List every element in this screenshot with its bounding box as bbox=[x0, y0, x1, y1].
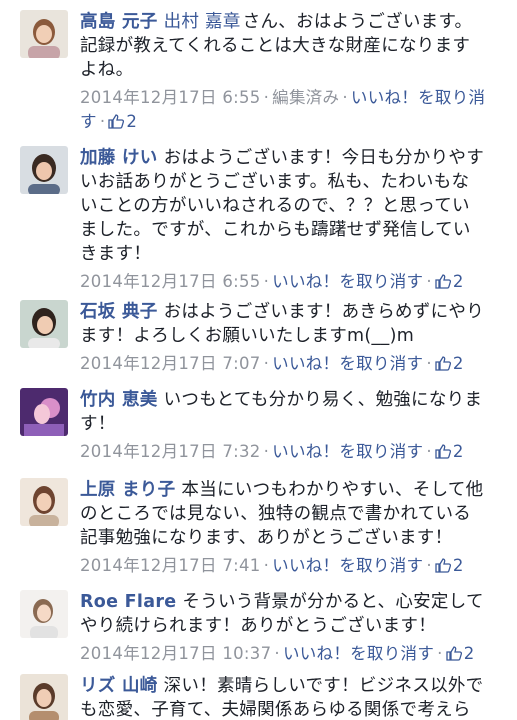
author-name[interactable]: 高島 元子 bbox=[80, 12, 158, 32]
comment-meta: 2014年12月17日 6:55 · 編集済み · いいね！を取り消す · 2 bbox=[80, 86, 487, 136]
comment-meta: 2014年12月17日 7:07 · いいね！を取り消す · 2 bbox=[80, 352, 487, 378]
thumbs-up-icon bbox=[108, 112, 125, 136]
comment-feed: 高島 元子 出村 嘉章 さん、おはようございます。記録が教えてくれることは大きな財産… bbox=[0, 0, 517, 720]
unlike-link[interactable]: いいね！を取り消す bbox=[272, 354, 423, 373]
like-count: 2 bbox=[452, 354, 464, 373]
like-count: 2 bbox=[452, 556, 464, 575]
author-name[interactable]: 石坂 典子 bbox=[80, 302, 158, 322]
author-name[interactable]: Roe Flare bbox=[80, 592, 176, 612]
comment-meta: 2014年12月17日 6:55 · いいね！を取り消す · 2 bbox=[80, 270, 487, 296]
author-name[interactable]: 竹内 恵美 bbox=[80, 390, 158, 410]
unlike-link[interactable]: いいね！を取り消す bbox=[272, 442, 423, 461]
unlike-link[interactable]: いいね！を取り消す bbox=[272, 556, 423, 575]
author-name[interactable]: 上原 まり子 bbox=[80, 480, 175, 500]
comment-meta: 2014年12月17日 7:32 · いいね！を取り消す · 2 bbox=[80, 440, 487, 466]
avatar[interactable] bbox=[20, 388, 68, 436]
timestamp[interactable]: 2014年12月17日 7:07 bbox=[80, 354, 261, 373]
timestamp[interactable]: 2014年12月17日 6:55 bbox=[80, 88, 261, 107]
avatar[interactable] bbox=[20, 674, 68, 720]
like-count-button[interactable]: 2 bbox=[435, 272, 464, 291]
thumbs-up-icon bbox=[435, 354, 451, 378]
avatar[interactable] bbox=[20, 590, 68, 638]
comment-text: リズ 山崎 深い！素晴らしいです！ビジネス以外でも恋愛、子育て、夫婦関係あらゆる関… bbox=[80, 674, 487, 720]
comment-text: 高島 元子 出村 嘉章 さん、おはようございます。記録が教えてくれることは大きな財産… bbox=[80, 10, 487, 82]
comment-text: 加藤 けい おはようございます！今日も分かりやすいお話ありがとうございます。私も、… bbox=[80, 146, 487, 266]
comment-meta: 2014年12月17日 10:37 · いいね！を取り消す · 2 bbox=[80, 642, 487, 668]
thumbs-up-icon bbox=[435, 556, 451, 580]
timestamp[interactable]: 2014年12月17日 10:37 bbox=[80, 644, 271, 663]
author-name[interactable]: 加藤 けい bbox=[80, 148, 158, 168]
like-count-button[interactable]: 2 bbox=[435, 354, 464, 373]
like-count-button[interactable]: 2 bbox=[108, 112, 137, 131]
comment-text: Roe Flare そういう背景が分かると、心安定してやり続けられます！ありがとう… bbox=[80, 590, 487, 638]
like-count-button[interactable]: 2 bbox=[446, 644, 475, 663]
timestamp[interactable]: 2014年12月17日 6:55 bbox=[80, 272, 261, 291]
unlike-link[interactable]: いいね！を取り消す bbox=[283, 644, 434, 663]
thumbs-up-icon bbox=[435, 442, 451, 466]
like-count: 2 bbox=[452, 272, 464, 291]
comment-text: 竹内 恵美 いつもとても分かり易く、勉強になります！ bbox=[80, 388, 487, 436]
avatar[interactable] bbox=[20, 146, 68, 194]
like-count: 2 bbox=[452, 442, 464, 461]
edited-label[interactable]: 編集済み bbox=[272, 88, 339, 107]
thumbs-up-icon bbox=[435, 272, 451, 296]
mention-link[interactable]: 出村 嘉章 bbox=[164, 12, 241, 32]
comment-meta: 2014年12月17日 7:41 · いいね！を取り消す · 2 bbox=[80, 554, 487, 580]
thumbs-up-icon bbox=[446, 644, 462, 668]
like-count: 2 bbox=[126, 112, 138, 131]
unlike-link[interactable]: いいね！を取り消す bbox=[272, 272, 423, 291]
like-count-button[interactable]: 2 bbox=[435, 442, 464, 461]
avatar[interactable] bbox=[20, 478, 68, 526]
timestamp[interactable]: 2014年12月17日 7:32 bbox=[80, 442, 261, 461]
timestamp[interactable]: 2014年12月17日 7:41 bbox=[80, 556, 261, 575]
avatar[interactable] bbox=[20, 10, 68, 58]
like-count-button[interactable]: 2 bbox=[435, 556, 464, 575]
avatar[interactable] bbox=[20, 300, 68, 348]
comment-text: 上原 まり子 本当にいつもわかりやすい、そして他のところでは見ない、独特の観点で書… bbox=[80, 478, 487, 550]
author-name[interactable]: リズ 山崎 bbox=[80, 676, 158, 696]
comment-text: 石坂 典子 おはようございます！あきらめずにやります！よろしくお願いいたしますm(… bbox=[80, 300, 487, 348]
like-count: 2 bbox=[463, 644, 475, 663]
